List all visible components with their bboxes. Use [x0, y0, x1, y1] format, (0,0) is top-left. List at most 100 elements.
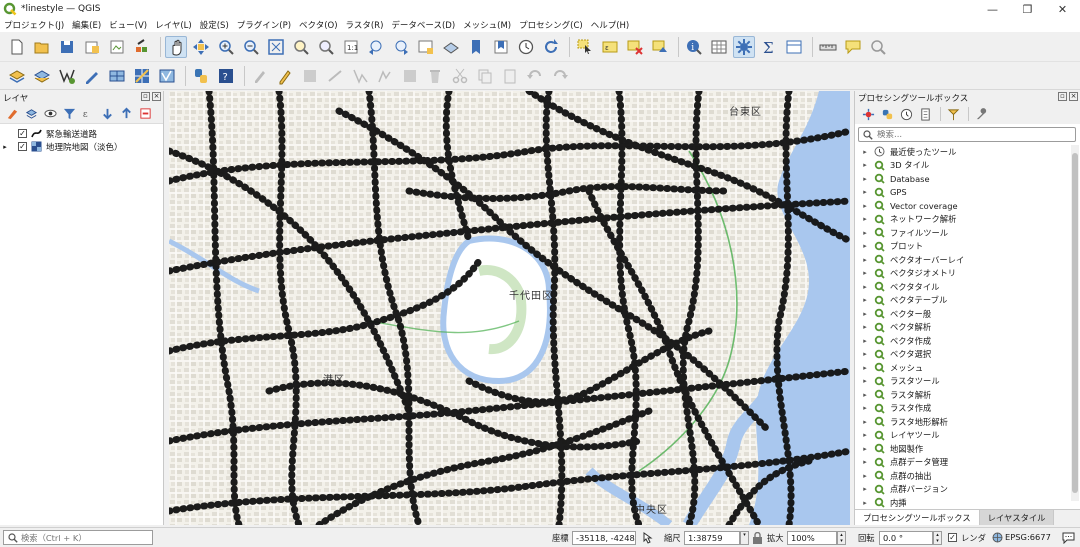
identify-icon[interactable]: i	[683, 36, 705, 58]
menu-vector[interactable]: ベクタ(O)	[299, 19, 337, 31]
toolbox-group-item[interactable]: ▸ ベクタオーバーレイ	[855, 253, 1071, 267]
locator-input[interactable]	[21, 532, 149, 543]
add-vector-layer-icon[interactable]	[56, 65, 78, 87]
toolbox-scrollbar[interactable]	[1071, 145, 1079, 501]
remove-layer-icon[interactable]	[137, 106, 153, 122]
select-location-icon[interactable]	[649, 36, 671, 58]
edit-features-in-place-icon[interactable]	[945, 106, 961, 122]
float-panel-icon[interactable]: ▫	[141, 92, 150, 101]
processing-toolbox-icon[interactable]	[733, 35, 755, 58]
expander-icon[interactable]: ▸	[860, 269, 870, 277]
data-source-manager-icon[interactable]	[6, 65, 28, 87]
digitize-icon[interactable]	[81, 65, 103, 87]
menu-database[interactable]: データベース(D)	[391, 19, 455, 31]
expander-icon[interactable]: ▸	[860, 350, 870, 358]
toolbox-group-item[interactable]: ▸ 点群データ管理	[855, 456, 1071, 470]
expander-icon[interactable]: ▸	[860, 215, 870, 223]
crs-label[interactable]: EPSG:6677	[1005, 532, 1051, 542]
toolbox-group-item[interactable]: ▸ ラスタツール	[855, 375, 1071, 389]
toolbox-group-item[interactable]: ▸ メッシュ	[855, 361, 1071, 375]
toolbox-group-item[interactable]: ▸ 3D タイル	[855, 159, 1071, 173]
menu-mesh[interactable]: メッシュ(M)	[463, 19, 511, 31]
vertex-tool-icon[interactable]	[349, 65, 371, 87]
toolbox-group-item[interactable]: ▸ GPS	[855, 186, 1071, 200]
toolbox-search[interactable]	[858, 127, 1076, 142]
messages-icon[interactable]	[1062, 532, 1075, 544]
menu-processing[interactable]: プロセシング(C)	[519, 19, 583, 31]
models-icon[interactable]	[860, 106, 876, 122]
toolbox-group-item[interactable]: ▸ レイヤツール	[855, 429, 1071, 443]
expander-icon[interactable]: ▸	[860, 188, 870, 196]
layer-row-emergency-roads[interactable]: ✓ 緊急輸送道路	[0, 127, 163, 140]
toolbox-search-input[interactable]	[877, 129, 1057, 140]
zoom-native-icon[interactable]: 1:1	[340, 36, 362, 58]
toolbox-group-item[interactable]: ▸ ベクター般	[855, 307, 1071, 321]
toolbox-group-item[interactable]: ▸ ラスタ作成	[855, 402, 1071, 416]
expander-icon[interactable]: ▸	[860, 323, 870, 331]
toolbox-group-item[interactable]: ▸ ベクタ解析	[855, 321, 1071, 335]
toolbox-group-item[interactable]: ▸ プロット	[855, 240, 1071, 254]
toolbox-group-item[interactable]: ▸ ファイルツール	[855, 226, 1071, 240]
trash-icon[interactable]	[424, 65, 446, 87]
add-raster-icon[interactable]	[131, 65, 153, 87]
minimize-button[interactable]: —	[975, 0, 1010, 18]
open-project-icon[interactable]	[31, 36, 53, 58]
menu-edit[interactable]: 編集(E)	[72, 19, 101, 31]
expander-icon[interactable]: ▸	[860, 445, 870, 453]
layer-checkbox[interactable]: ✓	[18, 142, 27, 151]
cut-features-icon[interactable]	[449, 65, 471, 87]
add-feature-icon[interactable]	[324, 65, 346, 87]
expander-icon[interactable]: ▸	[860, 202, 870, 210]
menu-layer[interactable]: レイヤ(L)	[155, 19, 192, 31]
lock-scale-icon[interactable]	[752, 532, 763, 544]
menu-plugins[interactable]: プラグイン(P)	[237, 19, 291, 31]
render-checkbox[interactable]: ✓	[948, 533, 957, 542]
maximize-button[interactable]: ❐	[1010, 0, 1045, 18]
expander-icon[interactable]: ▸	[860, 310, 870, 318]
expander-icon[interactable]: ▸	[860, 283, 870, 291]
toolbox-group-item[interactable]: ▸ 地図製作	[855, 442, 1071, 456]
toolbox-group-item[interactable]: ▸ ベクタテーブル	[855, 294, 1071, 308]
toolbox-group-item[interactable]: ▸ Vector coverage	[855, 199, 1071, 213]
save-project-icon[interactable]	[56, 36, 78, 58]
layer-row-gsi-map[interactable]: ▸ ✓ 地理院地図（淡色）	[0, 140, 163, 153]
save-edits-icon[interactable]	[299, 65, 321, 87]
new-map-view-icon[interactable]	[415, 36, 437, 58]
toolbox-group-item[interactable]: ▸ ベクタタイル	[855, 280, 1071, 294]
paste-features-icon[interactable]	[499, 65, 521, 87]
redo-icon[interactable]	[549, 65, 571, 87]
expander-icon[interactable]: ▸	[860, 404, 870, 412]
expander-icon[interactable]: ▸	[860, 472, 870, 480]
statistical-summary-icon[interactable]: Σ	[758, 36, 780, 58]
pan-icon[interactable]	[165, 35, 187, 58]
toolbox-group-item[interactable]: ▸ Database	[855, 172, 1071, 186]
mouse-extents-icon[interactable]	[640, 531, 654, 545]
help-icon[interactable]: ?	[215, 65, 237, 87]
scale-dropdown-icon[interactable]: ▾	[740, 531, 749, 545]
add-group-icon[interactable]	[23, 106, 39, 122]
collapse-all-icon[interactable]	[118, 106, 134, 122]
scrollbar-thumb[interactable]	[1072, 153, 1078, 493]
history-icon[interactable]	[898, 106, 914, 122]
rotation-field[interactable]: 0.0 °	[879, 531, 933, 545]
locate-icon[interactable]	[867, 36, 889, 58]
rotation-spinner[interactable]: ▴ ▾	[933, 531, 942, 545]
tab-layer-styling[interactable]: レイヤスタイル	[979, 510, 1055, 525]
coordinate-field[interactable]: -35118, -4248	[572, 531, 636, 545]
select-features-icon[interactable]	[574, 36, 596, 58]
undo-icon[interactable]	[524, 65, 546, 87]
toolbox-group-item[interactable]: ▸ ベクタ作成	[855, 334, 1071, 348]
expander-icon[interactable]: ▸	[0, 143, 10, 151]
tab-processing-toolbox[interactable]: プロセシングツールボックス	[855, 510, 980, 525]
expander-icon[interactable]: ▸	[860, 431, 870, 439]
field-calculator-icon[interactable]	[783, 36, 805, 58]
menu-project[interactable]: プロジェクト(J)	[4, 19, 64, 31]
close-button[interactable]: ✕	[1045, 0, 1080, 18]
options-wrench-icon[interactable]	[973, 106, 989, 122]
toggle-editing-icon[interactable]	[274, 65, 296, 87]
copy-features-icon[interactable]	[474, 65, 496, 87]
zoom-to-layer-icon[interactable]	[315, 36, 337, 58]
map-canvas[interactable]: 千代田区 港区 中央区 台東区	[169, 91, 850, 525]
save-as-icon[interactable]	[81, 36, 103, 58]
expander-icon[interactable]: ▸	[860, 485, 870, 493]
